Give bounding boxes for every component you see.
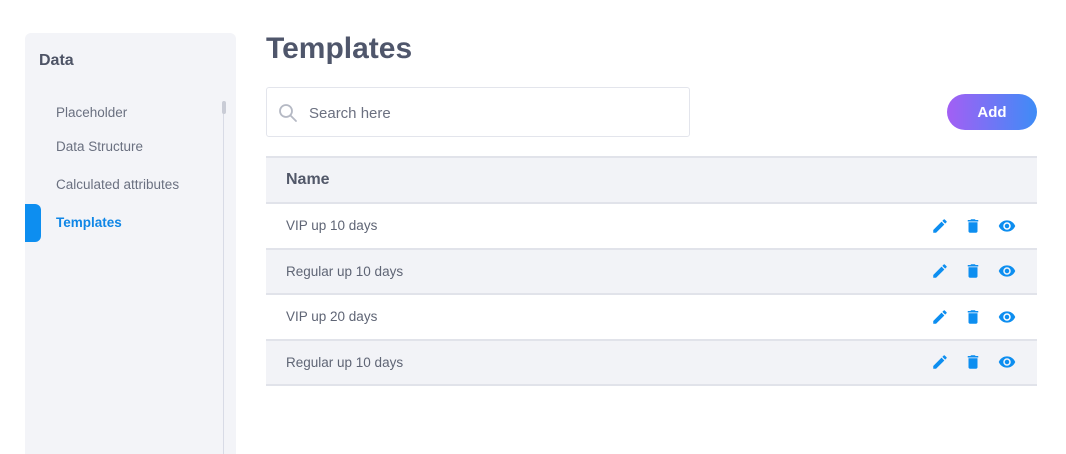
sidebar: Data Placeholder Data Structure Calculat… (25, 33, 236, 454)
trash-icon (967, 310, 979, 324)
trash-icon (967, 355, 979, 369)
row-name: VIP up 20 days (286, 309, 378, 325)
table-row: VIP up 20 days (266, 295, 1037, 341)
add-button[interactable]: Add (947, 94, 1037, 130)
table-row: Regular up 10 days (266, 249, 1037, 295)
search-input[interactable] (309, 101, 669, 125)
row-name: Regular up 10 days (286, 263, 404, 279)
edit-button[interactable] (930, 352, 950, 372)
row-name: Regular up 10 days (286, 354, 404, 370)
search-icon (278, 103, 298, 123)
table-header: Name (266, 156, 1037, 204)
eye-icon (998, 220, 1016, 232)
trash-icon (967, 264, 979, 278)
row-name: VIP up 10 days (286, 218, 378, 234)
delete-button[interactable] (963, 352, 983, 372)
edit-button[interactable] (930, 216, 950, 236)
eye-icon (998, 356, 1016, 368)
pencil-icon (933, 218, 947, 233)
pencil-icon (933, 264, 947, 278)
eye-icon (998, 265, 1016, 277)
view-button[interactable] (995, 352, 1019, 372)
edit-button[interactable] (930, 307, 950, 327)
sidebar-scrollbar-track[interactable] (223, 101, 224, 454)
eye-icon (998, 311, 1016, 323)
trash-icon (967, 219, 979, 233)
sidebar-title: Data (39, 52, 74, 69)
row-actions (930, 216, 1019, 236)
edit-button[interactable] (930, 261, 950, 281)
delete-button[interactable] (963, 261, 983, 281)
delete-button[interactable] (963, 216, 983, 236)
sidebar-item-calculated-attributes[interactable]: Calculated attributes (56, 177, 179, 192)
pencil-icon (933, 355, 947, 369)
page-title: Templates (266, 32, 413, 65)
column-header-name[interactable]: Name (286, 171, 330, 189)
sidebar-scrollbar-thumb[interactable] (222, 101, 226, 114)
row-actions (930, 261, 1019, 281)
delete-button[interactable] (963, 307, 983, 327)
view-button[interactable] (995, 307, 1019, 327)
view-button[interactable] (995, 261, 1019, 281)
active-indicator (25, 204, 41, 242)
row-actions (930, 307, 1019, 327)
view-button[interactable] (995, 216, 1019, 236)
search-box[interactable] (266, 87, 690, 137)
sidebar-item-placeholder[interactable]: Placeholder (56, 105, 127, 120)
pencil-icon (933, 309, 947, 324)
table-row: VIP up 10 days (266, 204, 1037, 250)
sidebar-item-data-structure[interactable]: Data Structure (56, 139, 143, 154)
table-row: Regular up 10 days (266, 340, 1037, 386)
sidebar-item-templates[interactable]: Templates (56, 215, 122, 230)
row-actions (930, 352, 1019, 372)
templates-table: Name VIP up 10 days Regular up 10 days V… (266, 156, 1037, 386)
